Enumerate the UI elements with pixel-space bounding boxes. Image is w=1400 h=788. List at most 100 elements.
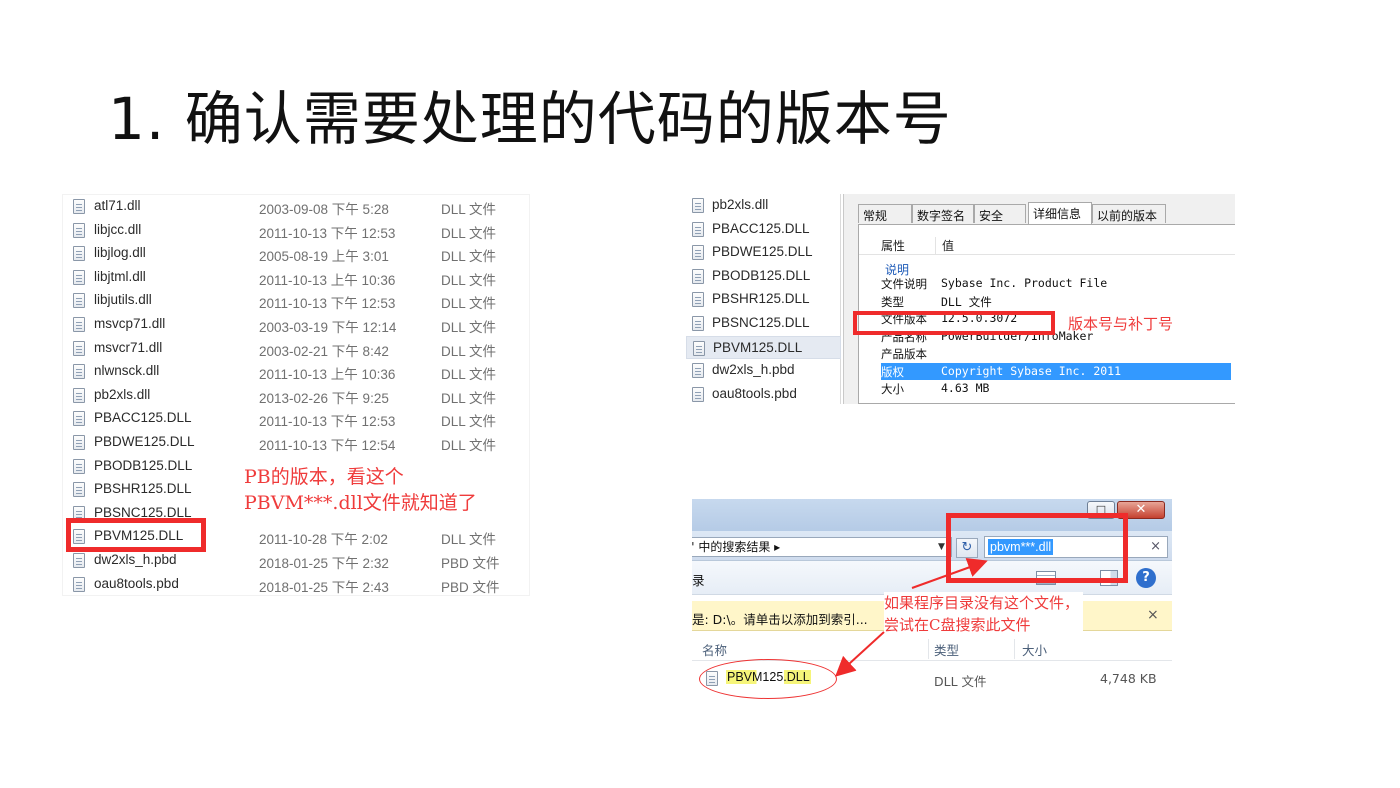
file-date: 2011-10-13 下午 12:53 — [259, 414, 396, 430]
file-name[interactable]: msvcp71.dll — [94, 316, 165, 331]
file-name[interactable]: libjlog.dll — [94, 245, 146, 260]
toolbar-label[interactable]: 录 — [692, 570, 705, 589]
file-row[interactable]: atl71.dll 2003-09-08 下午 5:28 DLL 文件 — [63, 195, 531, 219]
pb-version-annotation-line1: PB的版本，看这个 — [244, 466, 404, 488]
property-row[interactable]: 类型 DLL 文件 — [881, 293, 1231, 311]
property-value: Copyright Sybase Inc. 2011 — [941, 363, 1122, 378]
header-value[interactable]: 值 — [935, 237, 954, 254]
file-row[interactable]: dw2xls_h.pbd 2018-01-25 下午 2:32 PBD 文件 — [63, 549, 531, 573]
file-row[interactable]: msvcp71.dll 2003-03-19 下午 12:14 DLL 文件 — [63, 313, 531, 337]
file-row[interactable]: libjtml.dll 2011-10-13 上午 10:36 DLL 文件 — [63, 266, 531, 290]
file-row[interactable]: libjcc.dll 2011-10-13 下午 12:53 DLL 文件 — [63, 219, 531, 243]
property-row[interactable]: 版权 Copyright Sybase Inc. 2011 — [881, 362, 1231, 380]
file-row[interactable]: PBACC125.DLL 2011-10-13 下午 12:53 DLL 文件 — [63, 407, 531, 431]
file-name[interactable]: atl71.dll — [94, 198, 141, 213]
file-name[interactable]: dw2xls_h.pbd — [94, 552, 177, 567]
dll-file-icon — [73, 387, 85, 403]
file-name[interactable]: oau8tools.pbd — [94, 576, 179, 591]
column-name[interactable]: 名称 — [702, 640, 727, 659]
file-row[interactable]: PBVM125.DLL — [686, 335, 841, 360]
chevron-down-icon[interactable]: ▼ — [938, 542, 945, 552]
file-name[interactable]: PBODB125.DLL — [712, 268, 810, 283]
dll-file-icon — [692, 316, 704, 331]
property-key: 大小 — [881, 382, 904, 396]
file-name[interactable]: pb2xls.dll — [712, 197, 768, 212]
file-row[interactable]: PBDWE125.DLL — [686, 241, 841, 265]
property-row[interactable]: 文件说明 Sybase Inc. Product File — [881, 275, 1231, 293]
details-header: 属性 值 — [859, 235, 1235, 255]
help-icon[interactable]: ? — [1136, 568, 1156, 588]
file-type: DLL 文件 — [441, 202, 497, 217]
file-row[interactable]: PBSNC125.DLL — [686, 312, 841, 336]
file-name[interactable]: PBDWE125.DLL — [94, 434, 195, 449]
file-name[interactable]: PBVM125.DLL — [713, 340, 802, 355]
dll-file-icon — [73, 317, 85, 332]
address-input[interactable]: " 中的搜索结果 ▸ — [692, 537, 952, 557]
file-row[interactable]: dw2xls_h.pbd — [686, 359, 841, 383]
column-size[interactable]: 大小 — [1022, 640, 1047, 659]
file-row[interactable]: PBDWE125.DLL 2011-10-13 下午 12:54 DLL 文件 — [63, 431, 531, 455]
file-row[interactable]: nlwnsck.dll 2011-10-13 上午 10:36 DLL 文件 — [63, 360, 531, 384]
infobar-text[interactable]: 是: D:\。请单击以添加到索引... — [692, 609, 868, 628]
header-property[interactable]: 属性 — [881, 237, 905, 254]
close-icon[interactable]: × — [1147, 607, 1159, 623]
dll-file-icon — [692, 245, 704, 261]
file-row[interactable]: oau8tools.pbd 2018-01-25 下午 2:43 PBD 文件 — [63, 573, 531, 597]
file-name[interactable]: libjcc.dll — [94, 222, 141, 237]
file-row[interactable]: oau8tools.pbd — [686, 383, 841, 407]
property-row[interactable]: 大小 4.63 MB — [881, 380, 1231, 398]
file-name[interactable]: msvcr71.dll — [94, 340, 162, 355]
file-row[interactable]: PBSHR125.DLL — [686, 288, 841, 312]
pb-version-annotation-line2: PBVM***.dll文件就知道了 — [244, 492, 477, 514]
tab-previous-versions[interactable]: 以前的版本 — [1092, 204, 1166, 223]
search-annotation-line1: 如果程序目录没有这个文件， — [884, 594, 1080, 612]
file-row[interactable]: PBODB125.DLL — [686, 265, 841, 289]
file-date: 2005-08-19 上午 3:01 — [259, 249, 389, 265]
file-name[interactable]: oau8tools.pbd — [712, 386, 797, 401]
property-value: 4.63 MB — [941, 381, 990, 395]
file-name[interactable]: PBODB125.DLL — [94, 458, 192, 473]
property-row[interactable]: 产品版本 — [881, 345, 1231, 363]
tab-security[interactable]: 安全 — [974, 204, 1026, 223]
dll-file-icon — [73, 340, 85, 356]
property-key: 类型 — [881, 294, 904, 309]
file-name[interactable]: libjutils.dll — [94, 292, 152, 307]
file-name[interactable]: PBSHR125.DLL — [712, 291, 810, 306]
file-name[interactable]: libjtml.dll — [94, 269, 146, 284]
file-name[interactable]: PBACC125.DLL — [94, 410, 192, 425]
file-row[interactable]: PBACC125.DLL — [686, 218, 841, 242]
file-name[interactable]: PBSHR125.DLL — [94, 481, 192, 496]
dll-file-icon — [692, 386, 704, 402]
file-name[interactable]: nlwnsck.dll — [94, 363, 159, 378]
dll-file-icon — [692, 221, 704, 237]
dll-file-icon — [692, 268, 704, 284]
result-type: DLL 文件 — [934, 674, 987, 689]
file-row[interactable]: libjutils.dll 2011-10-13 下午 12:53 DLL 文件 — [63, 289, 531, 313]
properties-file-list: pb2xls.dll PBACC125.DLL PBDWE125.DLL PBODB1… — [686, 194, 841, 404]
file-name[interactable]: PBACC125.DLL — [712, 221, 810, 236]
property-key: 文件说明 — [881, 277, 927, 291]
dll-file-icon — [73, 435, 85, 450]
file-date: 2018-01-25 下午 2:32 — [259, 556, 389, 571]
file-name[interactable]: dw2xls_h.pbd — [712, 362, 795, 377]
file-name[interactable]: pb2xls.dll — [94, 387, 150, 402]
file-name[interactable]: PBDWE125.DLL — [712, 244, 813, 259]
file-type: DLL 文件 — [441, 272, 497, 288]
dll-file-icon — [73, 553, 85, 568]
file-type: DLL 文件 — [441, 343, 497, 359]
file-row[interactable]: pb2xls.dll 2013-02-26 下午 9:25 DLL 文件 — [63, 384, 531, 408]
dll-file-icon — [73, 199, 85, 214]
file-row[interactable]: pb2xls.dll — [686, 194, 841, 218]
dll-file-icon — [73, 246, 85, 262]
column-type[interactable]: 类型 — [934, 640, 959, 659]
dll-file-icon — [73, 482, 85, 498]
tab-details[interactable]: 详细信息 — [1028, 202, 1092, 224]
file-row[interactable]: msvcr71.dll 2003-02-21 下午 8:42 DLL 文件 — [63, 337, 531, 361]
property-key: 产品版本 — [881, 347, 927, 361]
file-name[interactable]: PBSNC125.DLL — [712, 315, 810, 330]
file-row[interactable]: libjlog.dll 2005-08-19 上午 3:01 DLL 文件 — [63, 242, 531, 266]
tab-digital-signature[interactable]: 数字签名 — [912, 204, 974, 223]
file-type: DLL 文件 — [441, 390, 497, 406]
close-icon[interactable]: × — [1150, 539, 1161, 554]
tab-general[interactable]: 常规 — [858, 204, 912, 223]
